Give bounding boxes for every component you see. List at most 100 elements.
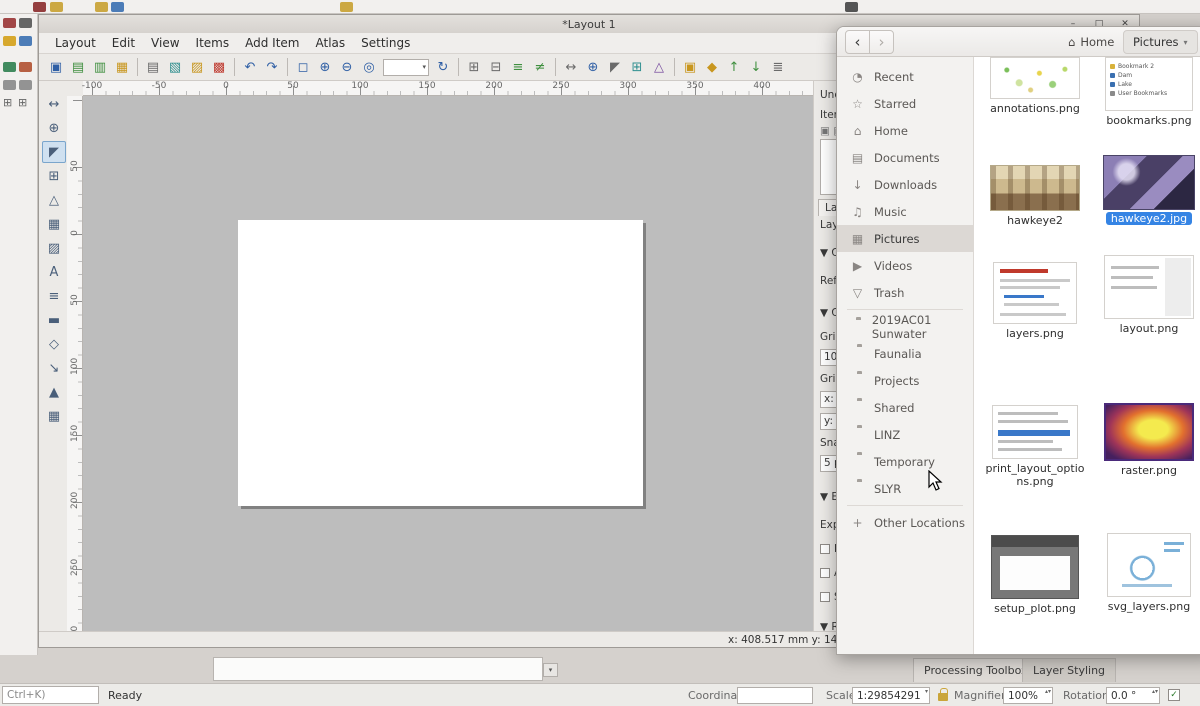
file-item-layers[interactable]: layers.png [982, 262, 1088, 340]
sidebar-item-other-locations[interactable]: +Other Locations [837, 509, 973, 536]
select-move-tool-icon[interactable]: ◤ [42, 141, 66, 163]
add-shape-tool-icon[interactable]: ◇ [42, 333, 66, 355]
file-item-print-layout-options[interactable]: print_layout_options.png [982, 405, 1088, 488]
group-icon[interactable]: ▣ [680, 57, 700, 77]
sidebar-item-downloads[interactable]: ↓Downloads [837, 171, 973, 198]
layout-manager-icon[interactable]: ▦ [112, 57, 132, 77]
sidebar-item-starred[interactable]: ☆Starred [837, 90, 973, 117]
print-icon[interactable]: ▤ [143, 57, 163, 77]
refresh-icon[interactable]: ↻ [433, 57, 453, 77]
pan-icon[interactable]: ↔ [561, 57, 581, 77]
snap-grid-icon[interactable]: ⊟ [486, 57, 506, 77]
add-table-tool-icon[interactable]: ▦ [42, 405, 66, 427]
dock-combo-arrow[interactable]: ▾ [543, 663, 558, 677]
add-scalebar-tool-icon[interactable]: ▬ [42, 309, 66, 331]
file-item-svg-layers[interactable]: svg_layers.png [1096, 533, 1200, 613]
sidebar-item-trash[interactable]: ▽Trash [837, 279, 973, 306]
file-item-setup-plot[interactable]: setup_plot.png [982, 535, 1088, 615]
select-move-icon[interactable]: ◤ [605, 57, 625, 77]
sidebar-item-recent[interactable]: ◔Recent [837, 63, 973, 90]
show-guides-icon[interactable]: ≡ [508, 57, 528, 77]
show-grid-icon[interactable]: ⊞ [464, 57, 484, 77]
export-pdf-icon[interactable]: ▩ [209, 57, 229, 77]
zoom-in-icon[interactable]: ⊕ [315, 57, 335, 77]
magnifier-spinner[interactable]: 100% ▴▾ [1003, 687, 1053, 704]
add-arrow-tool-icon[interactable]: ↘ [42, 357, 66, 379]
lock-items-icon[interactable]: ◆ [702, 57, 722, 77]
dock-panel-fragment [213, 657, 543, 681]
pan-tool-icon[interactable]: ↔ [42, 93, 66, 115]
save-icon[interactable]: ▣ [46, 57, 66, 77]
sidebar-item-slyr[interactable]: SLYR [837, 475, 973, 502]
rotation-spinner[interactable]: 0.0 ° ▴▾ [1106, 687, 1160, 704]
file-item-hawkeye2-jpg[interactable]: hawkeye2.jpg [1096, 155, 1200, 225]
sidebar-item-linz[interactable]: LINZ [837, 421, 973, 448]
lower-icon[interactable]: ↓ [746, 57, 766, 77]
render-checkbox[interactable]: ✓ [1168, 689, 1180, 701]
move-content-tool-icon[interactable]: ⊞ [42, 165, 66, 187]
file-item-layout[interactable]: layout.png [1096, 255, 1200, 335]
raise-icon[interactable]: ↑ [724, 57, 744, 77]
file-item-annotations[interactable]: annotations.png [982, 57, 1088, 115]
menu-items[interactable]: Items [188, 34, 238, 52]
file-item-hawkeye2[interactable]: hawkeye2 [982, 165, 1088, 227]
duplicate-layout-icon[interactable]: ▥ [90, 57, 110, 77]
tab-processing-toolbox[interactable]: Processing Toolbox [913, 658, 1039, 682]
sidebar-item-projects[interactable]: Projects [837, 367, 973, 394]
menu-layout[interactable]: Layout [47, 34, 104, 52]
add-picture-tool-icon[interactable]: ▨ [42, 237, 66, 259]
move-content-icon[interactable]: ⊞ [627, 57, 647, 77]
file-manager-headerbar[interactable]: ‹ › ⌂ Home Pictures ▾ [837, 27, 1200, 57]
zoom-level-combo[interactable]: ▾ [383, 59, 429, 76]
layout-page[interactable] [238, 220, 643, 506]
back-button[interactable]: ‹ [845, 30, 870, 54]
zoom-full-icon[interactable]: ◻ [293, 57, 313, 77]
sidebar-item-videos[interactable]: ▶Videos [837, 252, 973, 279]
menu-add-item[interactable]: Add Item [237, 34, 307, 52]
scale-combo[interactable]: 1:29854291 ▾ [852, 687, 930, 704]
menu-view[interactable]: View [143, 34, 187, 52]
edit-nodes-tool-icon[interactable]: △ [42, 189, 66, 211]
zoom-out-icon[interactable]: ⊖ [337, 57, 357, 77]
zoom-actual-icon[interactable]: ◎ [359, 57, 379, 77]
sidebar-item-temporary[interactable]: Temporary [837, 448, 973, 475]
menu-atlas[interactable]: Atlas [307, 34, 353, 52]
add-label-tool-icon[interactable]: A [42, 261, 66, 283]
layout-canvas[interactable] [83, 96, 813, 633]
toolbar-icon-fragment [845, 2, 858, 12]
home-icon: ⌂ [1068, 35, 1075, 49]
locator-input[interactable] [2, 686, 99, 704]
new-layout-icon[interactable]: ▤ [68, 57, 88, 77]
sidebar-item-music[interactable]: ♫Music [837, 198, 973, 225]
path-pictures-button[interactable]: Pictures ▾ [1123, 30, 1198, 54]
zoom-tool-icon[interactable]: ⊕ [42, 117, 66, 139]
add-legend-tool-icon[interactable]: ≡ [42, 285, 66, 307]
snap-guides-icon[interactable]: ≠ [530, 57, 550, 77]
sidebar-item-documents[interactable]: ▤Documents [837, 144, 973, 171]
sidebar-item-faunalia[interactable]: Faunalia [837, 340, 973, 367]
forward-button[interactable]: › [869, 30, 894, 54]
file-item-bookmarks[interactable]: Bookmark 2 Dam Lake User Bookmarks bookm… [1096, 57, 1200, 127]
export-image-icon[interactable]: ▧ [165, 57, 185, 77]
coordinate-input[interactable] [737, 687, 813, 704]
sidebar-item-2019ac01-sunwater[interactable]: 2019AC01 Sunwater [837, 313, 973, 340]
lock-icon[interactable] [938, 693, 948, 701]
file-item-raster[interactable]: raster.png [1096, 403, 1200, 477]
align-icon[interactable]: ≣ [768, 57, 788, 77]
file-thumbnail [991, 535, 1079, 599]
edit-nodes-icon[interactable]: △ [649, 57, 669, 77]
export-svg-icon[interactable]: ▨ [187, 57, 207, 77]
sidebar-item-pictures[interactable]: ▦Pictures [837, 225, 973, 252]
spinner-arrows-icon: ▴▾ [1152, 688, 1158, 695]
menu-settings[interactable]: Settings [353, 34, 418, 52]
undo-icon[interactable]: ↶ [240, 57, 260, 77]
add-map-tool-icon[interactable]: ▦ [42, 213, 66, 235]
sidebar-item-home[interactable]: ⌂Home [837, 117, 973, 144]
add-node-item-tool-icon[interactable]: ▲ [42, 381, 66, 403]
menu-edit[interactable]: Edit [104, 34, 143, 52]
path-home-button[interactable]: ⌂ Home [1059, 30, 1123, 54]
zoom-tool-icon[interactable]: ⊕ [583, 57, 603, 77]
redo-icon[interactable]: ↷ [262, 57, 282, 77]
tab-layer-styling[interactable]: Layer Styling [1022, 658, 1116, 682]
sidebar-item-shared[interactable]: Shared [837, 394, 973, 421]
